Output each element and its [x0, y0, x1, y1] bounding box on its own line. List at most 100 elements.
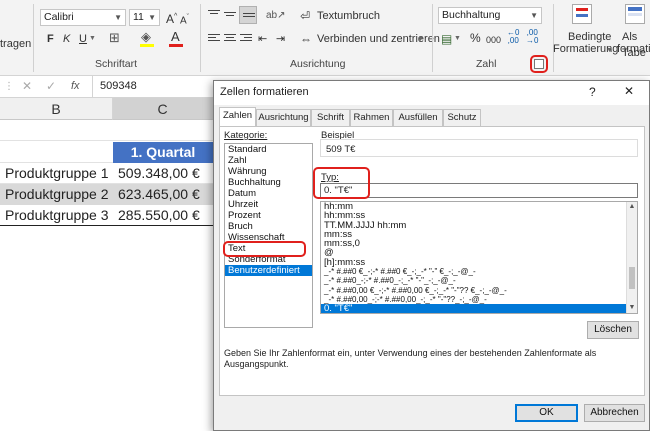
cancel-button[interactable]: Abbrechen: [584, 404, 645, 422]
number-format-select[interactable]: Buchhaltung ▼: [438, 7, 542, 24]
list-item[interactable]: hh:mm: [321, 202, 637, 211]
column-header-b[interactable]: B: [0, 98, 113, 120]
format-list[interactable]: hh:mm hh:mm:ss TT.MM.JJJJ hh:mm mm:ss mm…: [320, 201, 638, 314]
list-item[interactable]: Buchhaltung: [225, 177, 312, 188]
orientation-icon[interactable]: ab↗: [266, 9, 286, 23]
delete-button[interactable]: Löschen: [587, 321, 639, 339]
empty-cell[interactable]: [0, 142, 113, 163]
row-value-2[interactable]: 623.465,00 €: [113, 184, 213, 205]
tab-rahmen[interactable]: Rahmen: [350, 109, 393, 126]
row-value-1[interactable]: 509.348,00 €: [113, 163, 213, 184]
list-item[interactable]: Standard: [225, 144, 312, 155]
list-item[interactable]: Uhrzeit: [225, 199, 312, 210]
chevron-down-icon[interactable]: ▼: [417, 33, 424, 47]
wrap-text-icon[interactable]: ⏎: [300, 9, 310, 23]
chevron-down-icon[interactable]: ▼: [606, 44, 613, 58]
highlight-box: [530, 55, 548, 73]
example-frame: [320, 139, 638, 157]
align-top-icon[interactable]: [208, 10, 220, 20]
scroll-thumb[interactable]: [629, 267, 635, 289]
ok-button[interactable]: OK: [515, 404, 578, 422]
conditional-format-icon[interactable]: [572, 4, 592, 24]
border-icon[interactable]: ⊞: [109, 31, 120, 45]
help-button[interactable]: ?: [589, 85, 596, 99]
italic-button[interactable]: K: [63, 32, 70, 46]
increase-decimal-icon[interactable]: ←0,00: [507, 29, 519, 45]
row-label-2[interactable]: Produktgruppe 2: [0, 184, 113, 205]
list-item[interactable]: Bruch: [225, 221, 312, 232]
list-item[interactable]: @: [321, 248, 637, 258]
align-middle-icon[interactable]: [224, 12, 236, 22]
tab-ausrichtung[interactable]: Ausrichtung: [256, 109, 311, 126]
chevron-down-icon: ▼: [530, 11, 538, 20]
scrollbar[interactable]: ▲ ▼: [626, 202, 637, 313]
fill-color-icon[interactable]: ◈: [141, 30, 151, 44]
paste-label[interactable]: tragen: [0, 36, 31, 52]
table-format-label2[interactable]: formatier: [617, 41, 650, 57]
font-name-select[interactable]: Calibri ▼: [40, 9, 126, 26]
chevron-down-icon: ▼: [148, 13, 156, 22]
list-item[interactable]: TT.MM.JJJJ hh:mm: [321, 220, 637, 230]
list-item[interactable]: _-* #.##0 €_-;-* #.##0 €_-;_-* "-" €_-;_…: [321, 267, 637, 276]
decrease-indent-icon[interactable]: ⇤: [258, 32, 267, 46]
list-item[interactable]: Zahl: [225, 155, 312, 166]
list-item-selected[interactable]: 0. "T€": [321, 304, 626, 313]
tab-zahlen[interactable]: Zahlen: [219, 107, 256, 127]
increase-indent-icon[interactable]: ⇥: [276, 32, 285, 46]
chevron-down-icon[interactable]: ▼: [89, 32, 96, 46]
align-right-icon[interactable]: [240, 34, 252, 44]
chevron-down-icon: ▼: [114, 13, 122, 22]
close-button[interactable]: ✕: [624, 84, 634, 98]
wrap-text-button[interactable]: Textumbruch: [317, 8, 380, 24]
cancel-icon[interactable]: ✕: [22, 79, 32, 93]
ribbon: tragen Calibri ▼ 11 ▼ A^ Aˇ F K U ▼ ⊞ ◈ A …: [0, 0, 650, 76]
thousands-button[interactable]: 000: [486, 33, 501, 47]
decrease-font-icon[interactable]: Aˇ: [180, 11, 189, 28]
list-item[interactable]: Datum: [225, 188, 312, 199]
quarter-header-cell[interactable]: 1. Quartal: [113, 142, 213, 163]
align-bottom-button[interactable]: [239, 6, 257, 24]
row-label-3[interactable]: Produktgruppe 3: [0, 205, 113, 226]
category-list[interactable]: Standard Zahl Währung Buchhaltung Datum …: [224, 143, 313, 328]
percent-button[interactable]: %: [470, 31, 481, 45]
check-icon[interactable]: ✓: [46, 79, 56, 93]
row-label-1[interactable]: Produktgruppe 1: [0, 163, 113, 184]
table-format-icon[interactable]: [625, 4, 645, 24]
list-item[interactable]: _-* #.##0,00 €_-;-* #.##0,00 €_-;_-* "-"…: [321, 286, 637, 295]
category-label: Kategorie:: [224, 130, 268, 141]
row-value-3[interactable]: 285.550,00 €: [113, 205, 213, 226]
decrease-decimal-icon[interactable]: ,00 →0: [526, 29, 538, 45]
list-item[interactable]: [h]:mm:ss: [321, 257, 637, 267]
tab-panel: Kategorie: Standard Zahl Währung Buchhal…: [219, 126, 645, 396]
list-item[interactable]: _-* #.##0_-;-* #.##0_-;_-* "-"_-;_-@_-: [321, 276, 637, 285]
function-icon[interactable]: fx: [71, 79, 80, 93]
tab-ausfuellen[interactable]: Ausfüllen: [393, 109, 443, 126]
bold-button[interactable]: F: [47, 32, 54, 46]
scroll-down-icon[interactable]: ▼: [627, 303, 637, 313]
font-size-select[interactable]: 11 ▼: [129, 9, 160, 26]
tab-schrift[interactable]: Schrift: [311, 109, 350, 126]
highlight-box: [313, 167, 370, 199]
hint-text: Geben Sie Ihr Zahlenformat ein, unter Ve…: [224, 348, 597, 369]
list-item[interactable]: Prozent: [225, 210, 312, 221]
divider: [92, 76, 93, 98]
tab-schutz[interactable]: Schutz: [443, 109, 481, 126]
list-item[interactable]: mm:ss: [321, 229, 637, 239]
formula-input[interactable]: 509348: [100, 80, 137, 92]
column-header-c[interactable]: C: [113, 98, 213, 120]
currency-icon[interactable]: ▤: [441, 32, 452, 46]
align-center-icon[interactable]: [224, 34, 236, 44]
list-item[interactable]: mm:ss,0: [321, 239, 637, 249]
underline-button[interactable]: U: [79, 32, 87, 46]
scroll-up-icon[interactable]: ▲: [627, 202, 637, 212]
align-left-icon[interactable]: [208, 34, 220, 44]
chevron-down-icon[interactable]: ▼: [454, 32, 461, 46]
merge-icon[interactable]: ⇔: [300, 32, 312, 46]
font-color-icon[interactable]: A: [171, 30, 180, 44]
list-item-selected[interactable]: Benutzerdefiniert: [225, 265, 312, 276]
increase-font-icon[interactable]: A^: [166, 10, 177, 26]
list-item[interactable]: _-* #.##0,00_-;-* #.##0,00_-;_-* "-"??_-…: [321, 295, 637, 304]
alignment-group-label: Ausrichtung: [290, 58, 346, 70]
fill-color-swatch: [140, 44, 154, 47]
list-item[interactable]: Währung: [225, 166, 312, 177]
